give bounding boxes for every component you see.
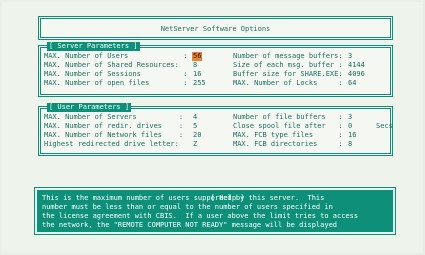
field-label: Buffer size for SHARE.EXE: bbox=[233, 70, 343, 78]
window-title: NetServer Software Options bbox=[160, 25, 271, 33]
field-max-locks[interactable]: MAX. Number of Locks : 64 bbox=[233, 79, 383, 88]
field-label: Number of file buffers : bbox=[233, 113, 343, 121]
field-value[interactable]: Z bbox=[193, 140, 197, 149]
field-label: Close spool file after : bbox=[233, 122, 343, 130]
field-value[interactable]: 16 bbox=[193, 70, 201, 79]
field-label: Number of message buffers: bbox=[233, 52, 343, 60]
help-line: This is the maximum number of users supp… bbox=[42, 194, 325, 202]
field-max-fcb-files[interactable]: MAX. FCB type files : 16 bbox=[233, 131, 383, 140]
user-parameters-label: [ User Parameters ] bbox=[47, 103, 132, 112]
field-label: MAX. Number of Shared Resources: bbox=[44, 61, 179, 69]
field-label: Size of each msg. buffer : bbox=[233, 61, 343, 69]
max-users-input[interactable]: 56 bbox=[192, 52, 203, 61]
server-parameters-panel: [ Server Parameters ] MAX. Number of Use… bbox=[38, 42, 393, 97]
help-line: number must be less than or equal to the… bbox=[42, 203, 333, 211]
field-label: MAX. FCB directories : bbox=[233, 140, 343, 148]
field-label: MAX. Number of Network files : bbox=[44, 131, 184, 139]
field-label: Highest redirected drive letter: bbox=[44, 140, 179, 148]
field-value[interactable]: 255 bbox=[193, 79, 206, 88]
server-parameters-label: [ Server Parameters ] bbox=[47, 42, 140, 51]
field-value[interactable]: 64 bbox=[348, 79, 356, 88]
field-label: MAX. Number of redir. drives : bbox=[44, 122, 184, 130]
field-file-buffers[interactable]: Number of file buffers : 3 bbox=[233, 113, 383, 122]
field-value[interactable]: 4 bbox=[193, 113, 197, 122]
field-value[interactable]: 4144 bbox=[348, 61, 365, 70]
field-value[interactable]: 8 bbox=[193, 61, 197, 70]
field-label: MAX. Number of Sessions : bbox=[44, 70, 188, 78]
field-label: MAX. FCB type files : bbox=[233, 131, 343, 139]
field-message-buffers[interactable]: Number of message buffers: 3 bbox=[233, 52, 383, 61]
user-parameters-panel: [ User Parameters ] MAX. Number of Serve… bbox=[38, 103, 393, 156]
field-value[interactable]: 20 bbox=[193, 131, 201, 140]
field-label: MAX. Number of open files : bbox=[44, 79, 188, 87]
field-value[interactable]: 0 bbox=[348, 122, 352, 131]
field-label: MAX. Number of Servers : bbox=[44, 113, 184, 121]
field-unit: Secs bbox=[376, 122, 393, 130]
field-close-spool-after[interactable]: Close spool file after : 0 Secs bbox=[233, 122, 393, 131]
screen: NetServer Software Options [ Server Para… bbox=[2, 2, 423, 253]
field-value[interactable]: 5 bbox=[193, 122, 197, 131]
field-value[interactable]: 4096 bbox=[348, 70, 365, 79]
field-max-fcb-directories[interactable]: MAX. FCB directories : 8 bbox=[233, 140, 383, 149]
help-line: the license agreement with CBIS. If a us… bbox=[42, 212, 359, 220]
field-value[interactable]: 8 bbox=[348, 140, 352, 149]
field-label: MAX. Number of Users : bbox=[44, 52, 188, 60]
field-value[interactable]: 3 bbox=[348, 113, 352, 122]
field-label: MAX. Number of Locks : bbox=[233, 79, 343, 87]
field-share-buffer-size[interactable]: Buffer size for SHARE.EXE: 4096 bbox=[233, 70, 383, 79]
field-value[interactable]: 3 bbox=[348, 52, 352, 61]
title-panel: NetServer Software Options bbox=[38, 16, 393, 40]
help-panel: [ Help ] This is the maximum number of u… bbox=[35, 188, 395, 234]
field-value[interactable]: 16 bbox=[348, 131, 356, 140]
help-line: the network, the "REMOTE COMPUTER NOT RE… bbox=[42, 221, 338, 229]
field-msg-buffer-size[interactable]: Size of each msg. buffer : 4144 bbox=[233, 61, 383, 70]
